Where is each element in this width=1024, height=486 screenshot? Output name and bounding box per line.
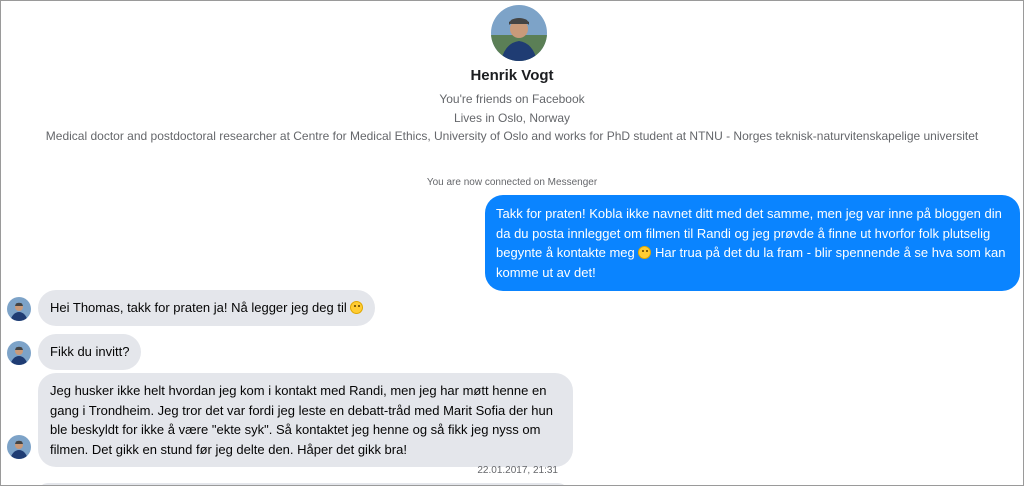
sender-avatar-icon[interactable] <box>7 297 31 321</box>
sender-avatar-icon[interactable] <box>7 435 31 459</box>
smile-emoji-icon <box>350 301 364 314</box>
incoming-message[interactable]: Hei Thomas, takk for praten ja! Nå legge… <box>38 290 376 326</box>
sender-avatar-icon[interactable] <box>7 341 31 365</box>
work-info: Medical doctor and postdoctoral research… <box>45 129 979 143</box>
incoming-message[interactable]: Fikk du invitt? <box>38 334 142 370</box>
connected-notice: You are now connected on Messenger <box>426 177 598 188</box>
messenger-window: Henrik Vogt You're friends on Facebook L… <box>0 0 1024 486</box>
location-info: Lives in Oslo, Norway <box>453 111 571 125</box>
incoming-message[interactable]: Jeg husker ikke helt hvordan jeg kom i k… <box>38 373 573 467</box>
embarrassed-emoji-icon <box>638 246 652 259</box>
message-text: Hei Thomas, takk for praten ja! Nå legge… <box>50 300 351 315</box>
friends-status: You're friends on Facebook <box>439 92 585 106</box>
profile-photo-icon[interactable] <box>491 5 547 61</box>
message-timestamp: 22.01.2017, 21:31 <box>477 465 558 476</box>
profile-name[interactable]: Henrik Vogt <box>1 67 1023 84</box>
outgoing-message[interactable]: Takk for praten! Kobla ikke navnet ditt … <box>485 195 1020 291</box>
